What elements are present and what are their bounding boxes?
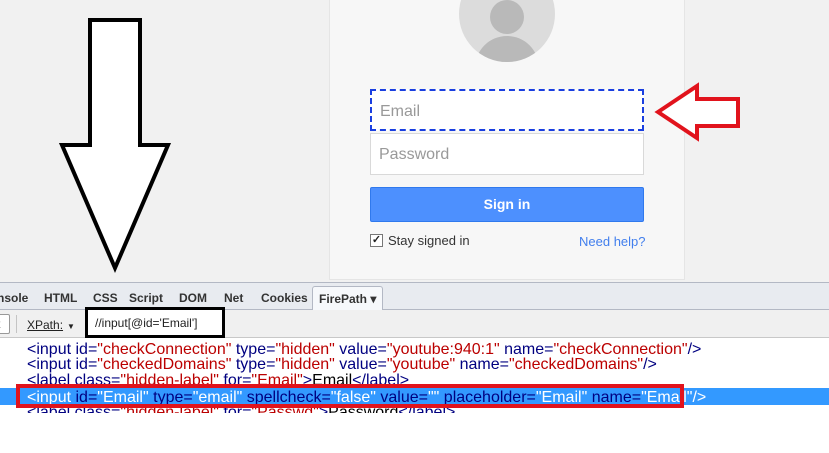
stay-signed-in-option[interactable]: ✓ Stay signed in xyxy=(370,233,470,248)
xpath-type-dropdown[interactable]: XPath: ▼ xyxy=(27,318,75,332)
email-input[interactable] xyxy=(380,103,634,121)
password-input[interactable] xyxy=(379,146,635,164)
tab-net[interactable]: Net xyxy=(224,291,243,305)
annotation-red-box xyxy=(16,384,684,408)
stay-signed-in-label: Stay signed in xyxy=(388,233,470,248)
toolbar-separator xyxy=(16,315,17,333)
tab-css[interactable]: CSS xyxy=(93,291,118,305)
tab-cookies[interactable]: Cookies xyxy=(261,291,308,305)
need-help-link[interactable]: Need help? xyxy=(579,234,646,249)
inspect-button[interactable]: t xyxy=(0,314,10,334)
stay-signed-in-checkbox[interactable]: ✓ xyxy=(370,234,383,247)
password-field[interactable] xyxy=(370,133,644,175)
sign-in-button[interactable]: Sign in xyxy=(370,187,644,222)
tab-firepath[interactable]: FirePath ▾ xyxy=(312,286,384,312)
avatar-body-shape xyxy=(475,36,539,62)
avatar-head-shape xyxy=(490,0,524,34)
email-field[interactable] xyxy=(370,89,644,131)
tab-console[interactable]: nsole xyxy=(0,291,28,305)
xpath-expression-input[interactable]: //input[@id='Email'] xyxy=(85,307,225,338)
tab-dom[interactable]: DOM xyxy=(179,291,207,305)
tab-script[interactable]: Script xyxy=(129,291,163,305)
firebug-tab-bar: nsole HTML CSS Script DOM Net Cookies Fi… xyxy=(0,282,829,312)
tab-html[interactable]: HTML xyxy=(44,291,77,305)
xpath-label: XPath: xyxy=(27,318,64,332)
dropdown-arrow-icon: ▼ xyxy=(67,322,75,331)
